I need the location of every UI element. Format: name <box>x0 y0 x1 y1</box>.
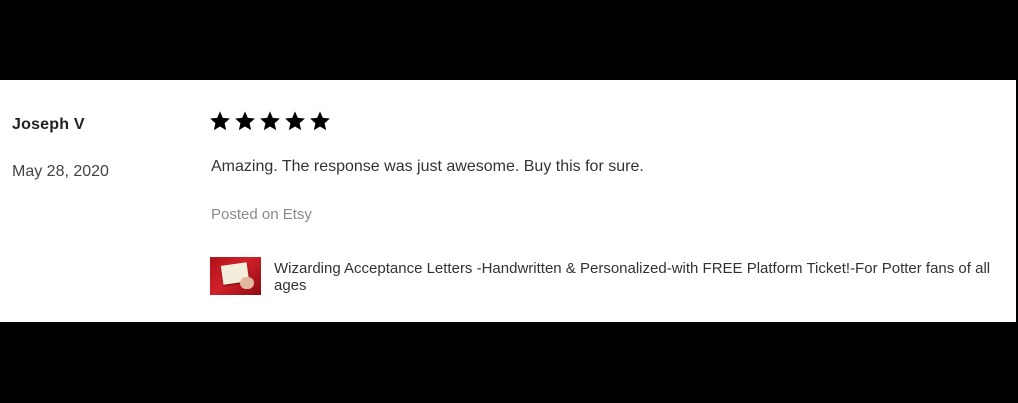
product-thumbnail[interactable] <box>210 257 261 295</box>
hand-image <box>240 277 254 289</box>
review-date: May 28, 2020 <box>12 163 109 180</box>
star-icon <box>284 110 306 132</box>
listing-title[interactable]: Wizarding Acceptance Letters -Handwritte… <box>274 260 1014 294</box>
review-card: Joseph V May 28, 2020 Amazing. The respo… <box>0 80 1016 322</box>
screenshot-frame: Joseph V May 28, 2020 Amazing. The respo… <box>0 0 1018 403</box>
star-icon <box>234 110 256 132</box>
star-rating <box>209 110 331 132</box>
star-icon <box>259 110 281 132</box>
review-source: Posted on Etsy <box>211 206 312 223</box>
listing-link[interactable]: Wizarding Acceptance Letters -Handwritte… <box>210 257 1014 295</box>
star-icon <box>209 110 231 132</box>
review-text: Amazing. The response was just awesome. … <box>211 158 644 175</box>
star-icon <box>309 110 331 132</box>
reviewer-name: Joseph V <box>12 116 85 133</box>
